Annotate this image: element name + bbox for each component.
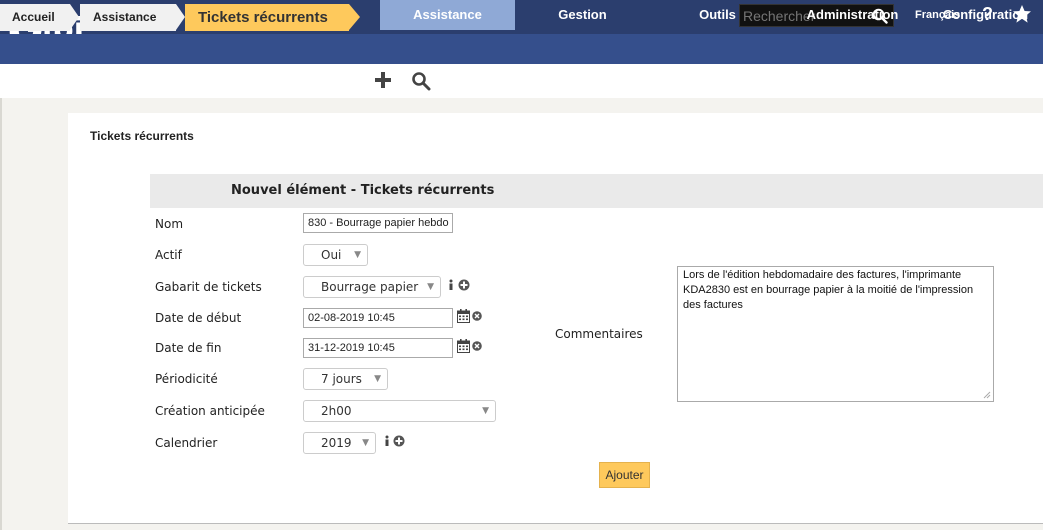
add-circle-icon[interactable] xyxy=(458,279,470,291)
actif-label: Actif xyxy=(155,248,182,262)
page-title: Tickets récurrents xyxy=(90,129,194,143)
periodicite-label: Périodicité xyxy=(155,372,218,386)
menu-item-configuration[interactable]: Configuration xyxy=(928,0,1043,30)
date-fin-label: Date de fin xyxy=(155,341,222,355)
nom-label: Nom xyxy=(155,217,184,231)
clear-icon[interactable] xyxy=(472,341,482,351)
breadcrumb-assistance[interactable]: Assistance xyxy=(80,4,176,31)
nom-field[interactable]: 830 - Bourrage papier hebdo xyxy=(303,213,453,233)
calendar-icon[interactable] xyxy=(457,339,470,353)
calendrier-value: 2019 xyxy=(321,436,352,450)
main-menu xyxy=(0,34,1043,64)
creation-select[interactable]: 2h00 ▼ xyxy=(303,400,496,422)
breadcrumb xyxy=(0,64,1043,98)
actif-value: Oui xyxy=(321,248,342,262)
actif-select[interactable]: Oui ▼ xyxy=(303,244,368,266)
form-title: Nouvel élément - Tickets récurrents xyxy=(231,183,495,198)
resize-handle-icon[interactable] xyxy=(983,391,991,399)
gabarit-select[interactable]: Bourrage papier ▼ xyxy=(303,276,441,298)
calendrier-label: Calendrier xyxy=(155,436,218,450)
menu-item-assistance[interactable]: Assistance xyxy=(380,0,515,30)
breadcrumb-accueil[interactable]: Accueil xyxy=(0,4,70,31)
add-circle-icon[interactable] xyxy=(393,435,405,447)
gabarit-value: Bourrage papier xyxy=(321,280,419,294)
creation-value: 2h00 xyxy=(321,404,352,418)
commentaires-label: Commentaires xyxy=(555,327,643,341)
add-button[interactable]: Ajouter xyxy=(599,462,650,488)
breadcrumb-separator xyxy=(176,4,185,30)
search-list-icon[interactable] xyxy=(411,71,431,91)
breadcrumb-current[interactable]: Tickets récurrents xyxy=(185,4,349,31)
periodicite-select[interactable]: 7 jours ▼ xyxy=(303,368,388,390)
chevron-down-icon: ▼ xyxy=(354,250,361,260)
date-fin-field[interactable]: 31-12-2019 10:45 xyxy=(303,338,453,358)
form-header: Nouvel élément - Tickets récurrents xyxy=(150,174,1043,208)
breadcrumb-current-arrow xyxy=(349,4,360,30)
menu-item-administration[interactable]: Administration xyxy=(785,0,920,30)
chevron-down-icon: ▼ xyxy=(427,282,434,292)
menu-item-gestion[interactable]: Gestion xyxy=(515,0,650,30)
breadcrumb-separator xyxy=(70,4,79,30)
commentaires-textarea[interactable]: Lors de l'édition hebdomadaire des factu… xyxy=(677,266,994,402)
chevron-down-icon: ▼ xyxy=(482,406,489,416)
info-icon[interactable] xyxy=(445,279,457,291)
left-strip xyxy=(0,98,2,530)
calendrier-select[interactable]: 2019 ▼ xyxy=(303,432,376,454)
clear-icon[interactable] xyxy=(472,311,482,321)
periodicite-value: 7 jours xyxy=(321,372,362,386)
info-icon[interactable] xyxy=(381,435,393,447)
chevron-down-icon: ▼ xyxy=(362,438,369,448)
chevron-down-icon: ▼ xyxy=(374,374,381,384)
creation-label: Création anticipée xyxy=(155,404,265,418)
add-icon[interactable] xyxy=(374,71,392,89)
calendar-icon[interactable] xyxy=(457,309,470,323)
date-debut-field[interactable]: 02-08-2019 10:45 xyxy=(303,308,453,328)
gabarit-label: Gabarit de tickets xyxy=(155,280,262,294)
menu-item-outils[interactable]: Outils xyxy=(650,0,785,30)
date-debut-label: Date de début xyxy=(155,311,242,325)
